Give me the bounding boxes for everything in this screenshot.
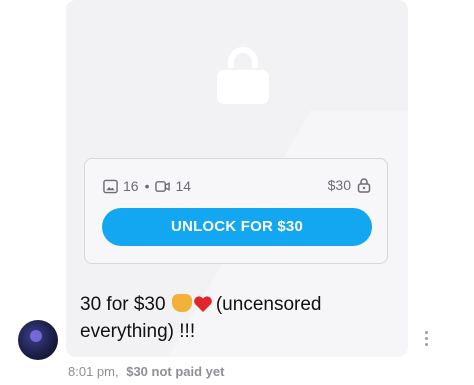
heart-emoji-icon: [194, 296, 212, 312]
count-separator: •: [144, 178, 150, 194]
small-lock-icon: [357, 178, 371, 193]
price-text: $30: [327, 177, 351, 193]
chat-screen: $30 16 • 14 $30 UNLOCK FOR $30 30 for $3…: [0, 0, 474, 385]
media-counts: 16 • 14: [103, 177, 191, 195]
avatar-glow: [30, 330, 42, 342]
message-time: 8:01 pm,: [68, 364, 119, 379]
payment-status: $30 not paid yet: [126, 364, 225, 379]
message-text: 30 for $30 (uncensored everything) !!!: [80, 291, 400, 345]
image-count: 16: [123, 178, 139, 194]
unlock-panel: 16 • 14 $30 UNLOCK FOR $30: [84, 158, 388, 264]
video-count: 14: [175, 178, 192, 194]
locked-price: $30: [227, 78, 259, 98]
ppv-message-card: $30 16 • 14 $30 UNLOCK FOR $30 30 for $3…: [66, 0, 408, 357]
message-text-part1: 30 for $30: [80, 294, 166, 315]
avatar[interactable]: [18, 320, 58, 360]
message-meta: 8:01 pm, $30 not paid yet: [68, 364, 224, 379]
unlock-button[interactable]: UNLOCK FOR $30: [102, 208, 372, 246]
more-options-icon[interactable]: [423, 331, 429, 347]
cat-emoji-icon: [171, 294, 192, 312]
price-indicator: $30: [328, 177, 371, 193]
video-icon: [155, 180, 171, 192]
locked-media-preview[interactable]: $30 16 • 14 $30 UNLOCK FOR $30: [66, 0, 408, 357]
image-icon: [103, 179, 118, 193]
